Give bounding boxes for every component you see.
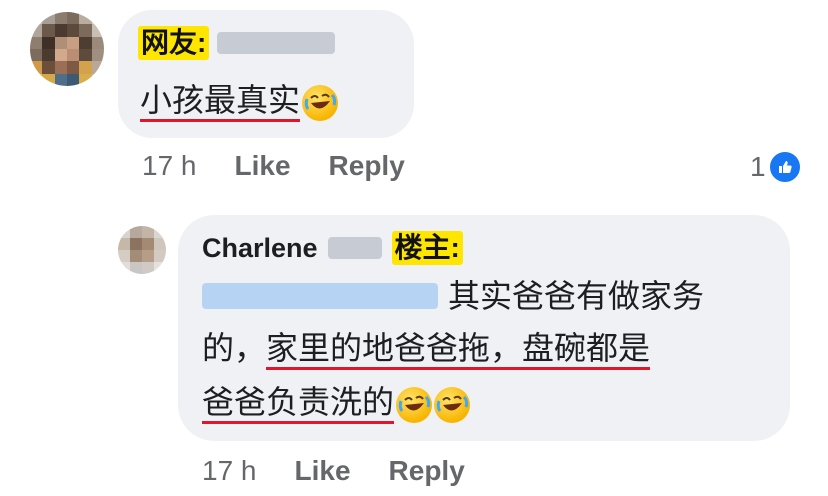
comment-line-3: 爸爸负责洗的 (202, 378, 471, 426)
comment-line-1: 其实爸爸有做家务 (202, 272, 704, 320)
comment-text-underlined: 小孩最真实 (140, 82, 301, 122)
reply-button[interactable]: Reply (389, 455, 465, 487)
blurred-name (327, 237, 382, 259)
rofl-emoji-icon (396, 386, 433, 423)
reply-button[interactable]: Reply (329, 150, 405, 182)
comment-header: 网友: (138, 26, 336, 60)
reaction-summary[interactable]: 1 (750, 150, 802, 184)
timestamp[interactable]: 17 h (142, 150, 197, 182)
like-button[interactable]: Like (235, 150, 291, 182)
like-button[interactable]: Like (295, 455, 351, 487)
blurred-mention[interactable] (202, 283, 438, 309)
commenter-tag: 网友: (138, 26, 210, 60)
comment-actions: 17 h Like Reply (142, 150, 405, 182)
timestamp[interactable]: 17 h (202, 455, 257, 487)
avatar[interactable] (118, 226, 166, 274)
comment-text-underlined: 家里的地爸爸拖，盘碗都是 (266, 330, 651, 370)
rofl-emoji-icon (302, 84, 339, 121)
author-tag: 楼主: (391, 231, 463, 265)
comment-text: 的， (202, 330, 267, 366)
like-reaction-icon (767, 150, 802, 184)
rofl-emoji-icon (434, 386, 471, 423)
comment-actions: 17 h Like Reply (202, 455, 465, 487)
comment-text: 小孩最真实 (140, 76, 339, 124)
blurred-name (217, 32, 336, 54)
comment-line-2: 的，家里的地爸爸拖，盘碗都是 (202, 324, 651, 372)
comment-text-underlined: 爸爸负责洗的 (202, 384, 395, 424)
comment-header: Charlene 楼主: (202, 231, 463, 265)
avatar[interactable] (30, 12, 104, 86)
comment-text: 其实爸爸有做家务 (448, 278, 705, 314)
author-name[interactable]: Charlene (202, 233, 318, 264)
reaction-count: 1 (750, 151, 766, 182)
